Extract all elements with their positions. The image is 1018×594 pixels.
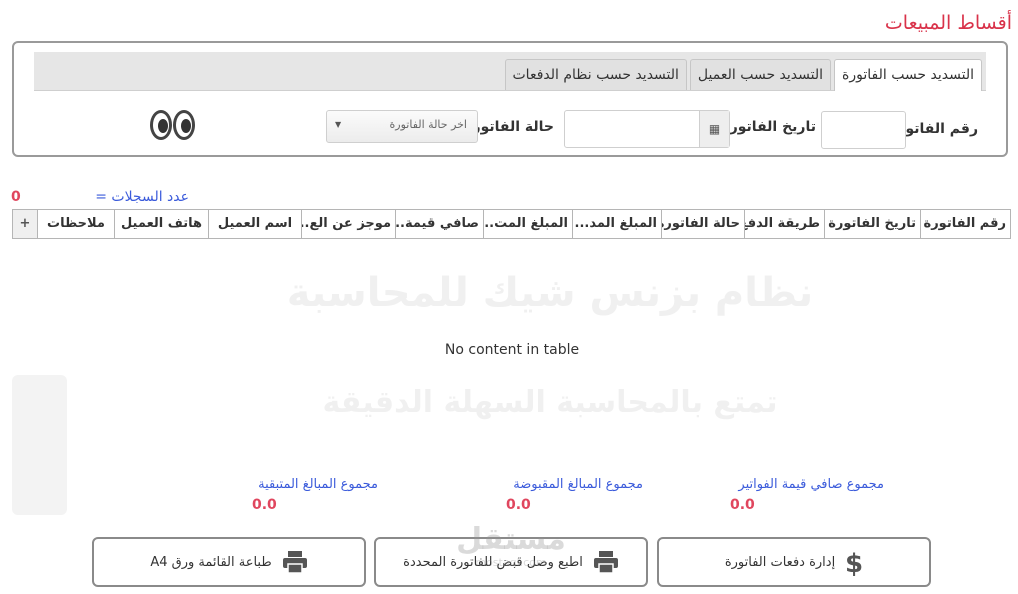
total-received-label: مجموع المبالغ المقبوضة — [513, 477, 643, 492]
manage-payments-button[interactable]: $ إدارة دفعات الفاتورة — [657, 537, 931, 587]
column-header[interactable]: المبلغ المت... — [483, 210, 572, 238]
column-header[interactable]: موجز عن الع... — [301, 210, 395, 238]
watermark-line-1: نظام بزنس شيك للمحاسبة — [286, 270, 814, 316]
tab-by-payment-plan[interactable]: التسديد حسب نظام الدفعات — [504, 59, 687, 90]
print-receipt-label: اطبع وصل قبض للفاتورة المحددة — [403, 554, 583, 570]
watermark-line-2: تمتع بالمحاسبة السهلة الدقيقة — [322, 385, 778, 420]
tab-list: التسديد حسب الفاتورة التسديد حسب العميل … — [504, 59, 982, 91]
records-count-label: عدد السجلات = — [95, 189, 189, 205]
total-net-invoices-value: 0.0 — [730, 497, 755, 513]
printer-icon — [593, 550, 619, 574]
printer-icon — [282, 550, 308, 574]
dollar-icon: $ — [845, 548, 863, 576]
chevron-down-icon: ▼ — [335, 120, 342, 129]
column-header[interactable]: رقم الفاتورة — [920, 210, 1010, 238]
print-list-label: طباعة القائمة ورق A4 — [150, 554, 272, 570]
calendar-icon[interactable]: ▦ — [699, 111, 729, 147]
manage-payments-label: إدارة دفعات الفاتورة — [724, 554, 836, 570]
total-received-value: 0.0 — [506, 497, 531, 513]
column-header[interactable]: طريقة الدفع — [744, 210, 824, 238]
empty-table-message: No content in table — [444, 342, 580, 358]
column-header[interactable]: ملاحظات — [37, 210, 114, 238]
svg-text:$: $ — [845, 549, 863, 576]
column-header[interactable]: المبلغ المد... — [572, 210, 661, 238]
watermark-device-shape — [12, 375, 67, 515]
invoice-status-select[interactable]: اخر حالة الفاتورة ▼ — [326, 110, 478, 143]
invoice-date-input[interactable]: ▦ — [564, 110, 730, 148]
total-remaining-value: 0.0 — [252, 497, 277, 513]
page-title: أقساط المبيعات — [884, 12, 1012, 34]
invoice-status-value: اخر حالة الفاتورة — [389, 118, 467, 131]
invoice-date-label: تاريخ الفاتورة — [721, 119, 816, 135]
records-count-value: 0 — [11, 189, 21, 205]
tab-bar: التسديد حسب الفاتورة التسديد حسب العميل … — [34, 52, 986, 91]
filter-row: رقم الفاتورة تاريخ الفاتورة ▦ حالة الفات… — [14, 109, 1006, 153]
print-list-button[interactable]: طباعة القائمة ورق A4 — [92, 537, 366, 587]
total-net-invoices-label: مجموع صافي قيمة الفواتير — [738, 477, 884, 492]
eye-left — [173, 110, 195, 140]
invoice-number-input[interactable] — [821, 111, 906, 149]
eyes-icon[interactable] — [150, 110, 195, 140]
table-header: رقم الفاتورة تاريخ الفاتورة طريقة الدفع … — [12, 209, 1011, 239]
eye-right — [150, 110, 172, 140]
column-header[interactable]: هاتف العميل — [114, 210, 208, 238]
total-remaining-label: مجموع المبالغ المتبقية — [258, 477, 378, 492]
column-header[interactable]: اسم العميل — [208, 210, 301, 238]
expand-columns-icon[interactable]: + — [13, 210, 37, 238]
column-header[interactable]: صافي قيمة... — [395, 210, 483, 238]
print-receipt-button[interactable]: اطبع وصل قبض للفاتورة المحددة — [374, 537, 648, 587]
column-header[interactable]: تاريخ الفاتورة — [824, 210, 920, 238]
filter-panel: التسديد حسب الفاتورة التسديد حسب العميل … — [12, 41, 1008, 157]
tab-by-customer[interactable]: التسديد حسب العميل — [689, 59, 832, 90]
tab-by-invoice[interactable]: التسديد حسب الفاتورة — [834, 59, 982, 91]
column-header[interactable]: حالة الفاتورة — [661, 210, 744, 238]
